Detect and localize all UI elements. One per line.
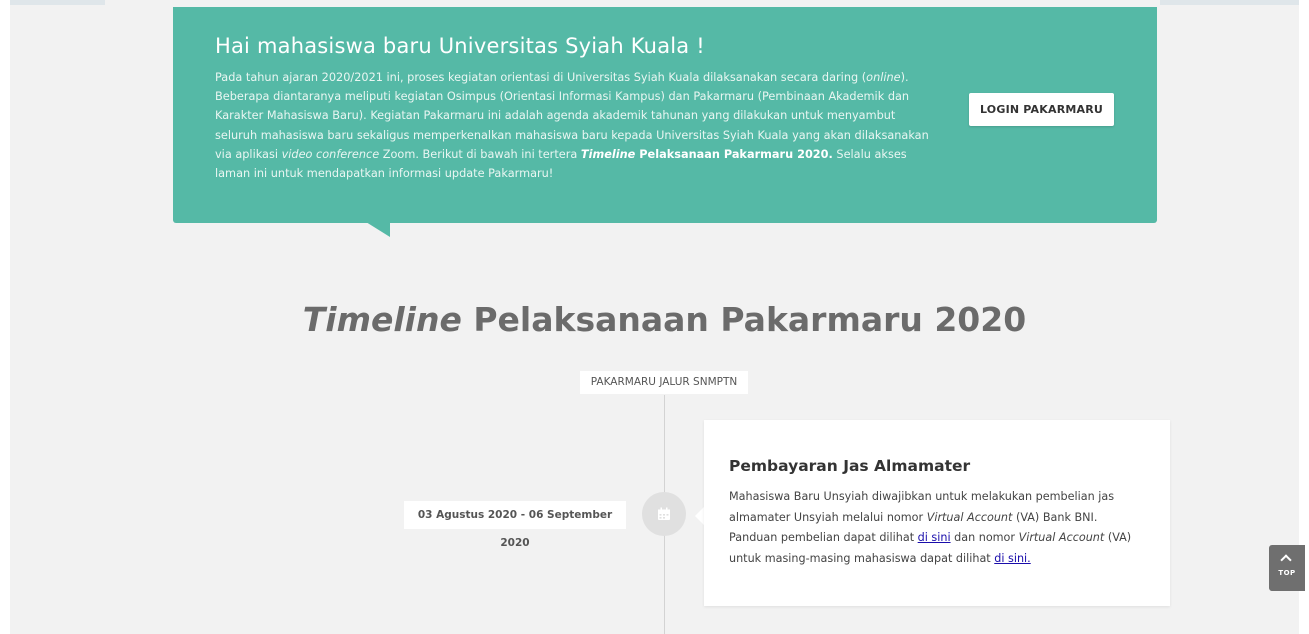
calendar-icon bbox=[658, 507, 670, 520]
login-pakarmaru-button[interactable]: LOGIN PAKARMARU bbox=[969, 93, 1114, 126]
banner-heading: Hai mahasiswa baru Universitas Syiah Kua… bbox=[215, 34, 705, 58]
timeline-date: 03 Agustus 2020 - 06 September 2020 bbox=[404, 501, 626, 549]
top-nav-remnant bbox=[10, 0, 105, 5]
panduan-link[interactable]: di sini bbox=[918, 531, 951, 544]
welcome-banner: Hai mahasiswa baru Universitas Syiah Kua… bbox=[173, 7, 1157, 223]
va-number-link[interactable]: di sini. bbox=[994, 552, 1030, 565]
timeline-category-label: PAKARMARU JALUR SNMPTN bbox=[580, 371, 748, 394]
timeline-card: Pembayaran Jas Almamater Mahasiswa Baru … bbox=[704, 420, 1170, 606]
banner-speech-tail bbox=[366, 222, 390, 237]
banner-description: Pada tahun ajaran 2020/2021 ini, proses … bbox=[215, 71, 929, 181]
timeline-title: Timeline Pelaksanaan Pakarmaru 2020 bbox=[302, 300, 1027, 339]
card-pointer bbox=[695, 507, 704, 525]
timeline-card-body: Mahasiswa Baru Unsyiah diwajibkan untuk … bbox=[729, 490, 1132, 565]
scroll-top-label: TOP bbox=[1278, 569, 1296, 577]
top-nav-remnant bbox=[1160, 0, 1299, 5]
scroll-top-button[interactable]: TOP bbox=[1269, 545, 1305, 591]
timeline-card-title: Pembayaran Jas Almamater bbox=[729, 457, 971, 475]
chevron-up-icon bbox=[1280, 554, 1292, 566]
